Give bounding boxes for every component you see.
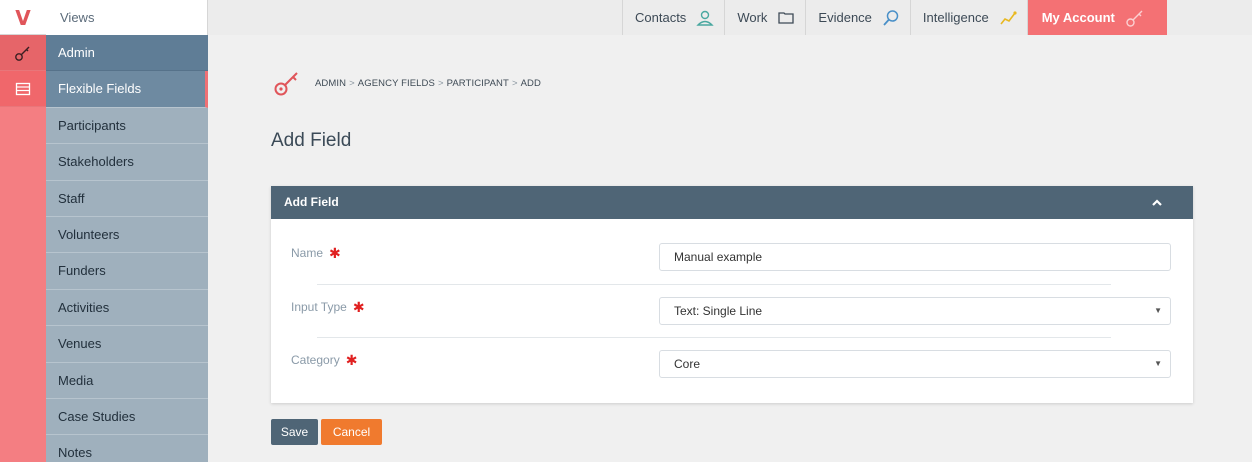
panel-title: Add Field xyxy=(284,195,339,209)
divider xyxy=(317,337,1111,338)
breadcrumb-add: ADD xyxy=(520,77,541,89)
breadcrumb-agency-fields[interactable]: AGENCY FIELDS xyxy=(358,78,435,89)
name-input[interactable] xyxy=(659,243,1171,271)
nav-intelligence-label: Intelligence xyxy=(922,10,989,25)
rail-admin[interactable] xyxy=(0,35,46,71)
icon-rail xyxy=(0,35,46,462)
sidebar-item-funders[interactable]: Funders xyxy=(46,253,208,290)
chevron-up-icon[interactable] xyxy=(1151,186,1163,219)
category-value: Core xyxy=(674,357,701,371)
nav-my-account-label: My Account xyxy=(1041,10,1115,25)
category-select[interactable]: Core ▼ xyxy=(659,350,1171,378)
save-button[interactable]: Save xyxy=(271,419,318,445)
required-icon: ✱ xyxy=(329,245,341,261)
nav-work[interactable]: Work xyxy=(724,0,806,35)
key-icon xyxy=(274,72,298,96)
divider xyxy=(317,284,1111,285)
key-icon xyxy=(1126,10,1143,27)
input-type-select[interactable]: Text: Single Line ▼ xyxy=(659,297,1171,325)
sidebar-item-volunteers[interactable]: Volunteers xyxy=(46,217,208,254)
nav-intelligence[interactable]: Intelligence xyxy=(909,0,1027,35)
required-icon: ✱ xyxy=(352,299,365,315)
caret-down-icon: ▼ xyxy=(1154,359,1162,368)
person-icon xyxy=(696,10,715,26)
top-nav: Contacts Work Evidence Intelligence My A… xyxy=(622,0,1167,35)
caret-down-icon: ▼ xyxy=(1154,306,1162,315)
list-icon xyxy=(15,82,31,95)
magnifier-icon xyxy=(883,9,899,26)
required-icon: ✱ xyxy=(345,352,358,368)
app-logo[interactable]: V xyxy=(0,0,46,35)
sidebar-item-case-studies[interactable]: Case Studies xyxy=(46,399,208,436)
sidebar-item-stakeholders[interactable]: Stakeholders xyxy=(46,144,208,181)
breadcrumb-separator: > xyxy=(511,77,518,89)
rail-flexible-fields[interactable] xyxy=(0,71,46,107)
trend-icon xyxy=(1000,10,1017,24)
breadcrumb: ADMIN > AGENCY FIELDS > PARTICIPANT > ADD xyxy=(273,68,541,98)
nav-contacts[interactable]: Contacts xyxy=(622,0,725,35)
breadcrumb-separator: > xyxy=(437,77,444,89)
key-icon xyxy=(15,46,30,61)
category-label: Category ✱ xyxy=(291,352,358,368)
add-field-panel: Add Field Name✱ Input Type✱ Text: Single… xyxy=(271,186,1193,403)
cancel-button[interactable]: Cancel xyxy=(321,419,382,445)
breadcrumb-separator: > xyxy=(349,77,355,89)
nav-my-account[interactable]: My Account xyxy=(1026,0,1167,35)
folder-icon xyxy=(778,11,795,24)
sidebar-item-flexible-fields[interactable]: Flexible Fields xyxy=(46,71,208,108)
panel-header[interactable]: Add Field xyxy=(271,186,1193,219)
nav-evidence[interactable]: Evidence xyxy=(805,0,910,35)
sidebar-item-venues[interactable]: Venues xyxy=(46,326,208,363)
sidebar-item-activities[interactable]: Activities xyxy=(46,290,208,327)
input-type-label: Input Type ✱ xyxy=(291,299,365,315)
sidebar-item-participants[interactable]: Participants xyxy=(46,108,208,145)
views-label[interactable]: Views xyxy=(46,0,208,35)
sidebar-item-media[interactable]: Media xyxy=(46,363,208,399)
sidebar-item-notes[interactable]: Notes xyxy=(46,435,208,462)
breadcrumb-participant[interactable]: PARTICIPANT xyxy=(447,78,509,89)
nav-contacts-label: Contacts xyxy=(635,10,687,25)
input-type-value: Text: Single Line xyxy=(674,304,763,318)
page-title: Add Field xyxy=(271,130,352,151)
name-label: Name ✱ xyxy=(291,245,341,261)
nav-evidence-label: Evidence xyxy=(818,10,872,25)
nav-work-label: Work xyxy=(737,10,768,25)
top-bar: V Views Contacts Work Evidence Intellige… xyxy=(0,0,1252,35)
breadcrumb-admin[interactable]: ADMIN xyxy=(315,78,346,89)
sidebar-item-staff[interactable]: Staff xyxy=(46,181,208,217)
sidebar: Admin Flexible Fields Participants Stake… xyxy=(46,35,208,462)
sidebar-item-admin[interactable]: Admin xyxy=(46,35,208,72)
